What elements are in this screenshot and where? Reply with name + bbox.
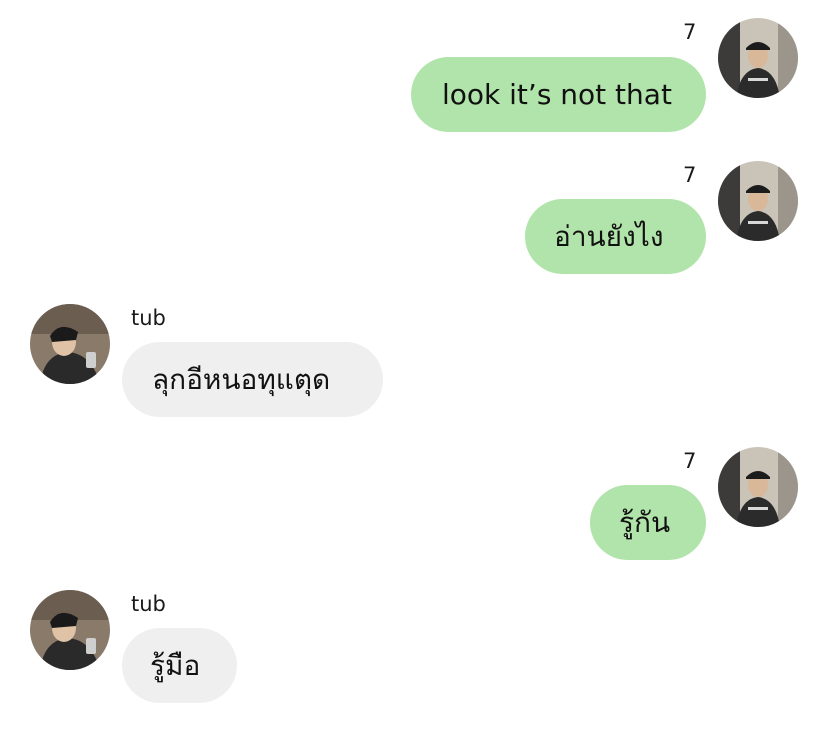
message-bubble[interactable]: look it’s not that: [411, 57, 706, 132]
message-text: รู้มือ: [150, 649, 201, 682]
message-text: ลุกอีหนอทุแตุด: [152, 363, 331, 396]
message-bubble[interactable]: รู้กัน: [590, 485, 706, 560]
message-text: look it’s not that: [442, 78, 672, 111]
message-bubble[interactable]: อ่านยังไง: [525, 199, 706, 274]
message-text: อ่านยังไง: [554, 220, 664, 253]
sender-name: tub: [131, 592, 166, 616]
avatar[interactable]: [718, 447, 798, 527]
avatar[interactable]: [718, 18, 798, 98]
sender-name: tub: [131, 306, 166, 330]
sender-name: 7: [683, 449, 697, 473]
avatar[interactable]: [30, 304, 110, 384]
avatar[interactable]: [718, 161, 798, 241]
avatar[interactable]: [30, 590, 110, 670]
sender-name: 7: [683, 20, 697, 44]
user-7-avatar-image: [718, 447, 798, 527]
user-7-avatar-image: [718, 161, 798, 241]
user-tub-avatar-image: [30, 590, 110, 670]
user-7-avatar-image: [718, 18, 798, 98]
user-tub-avatar-image: [30, 304, 110, 384]
message-text: รู้กัน: [619, 506, 671, 539]
sender-name: 7: [683, 163, 697, 187]
message-bubble[interactable]: ลุกอีหนอทุแตุด: [122, 342, 383, 417]
message-bubble[interactable]: รู้มือ: [122, 628, 237, 703]
